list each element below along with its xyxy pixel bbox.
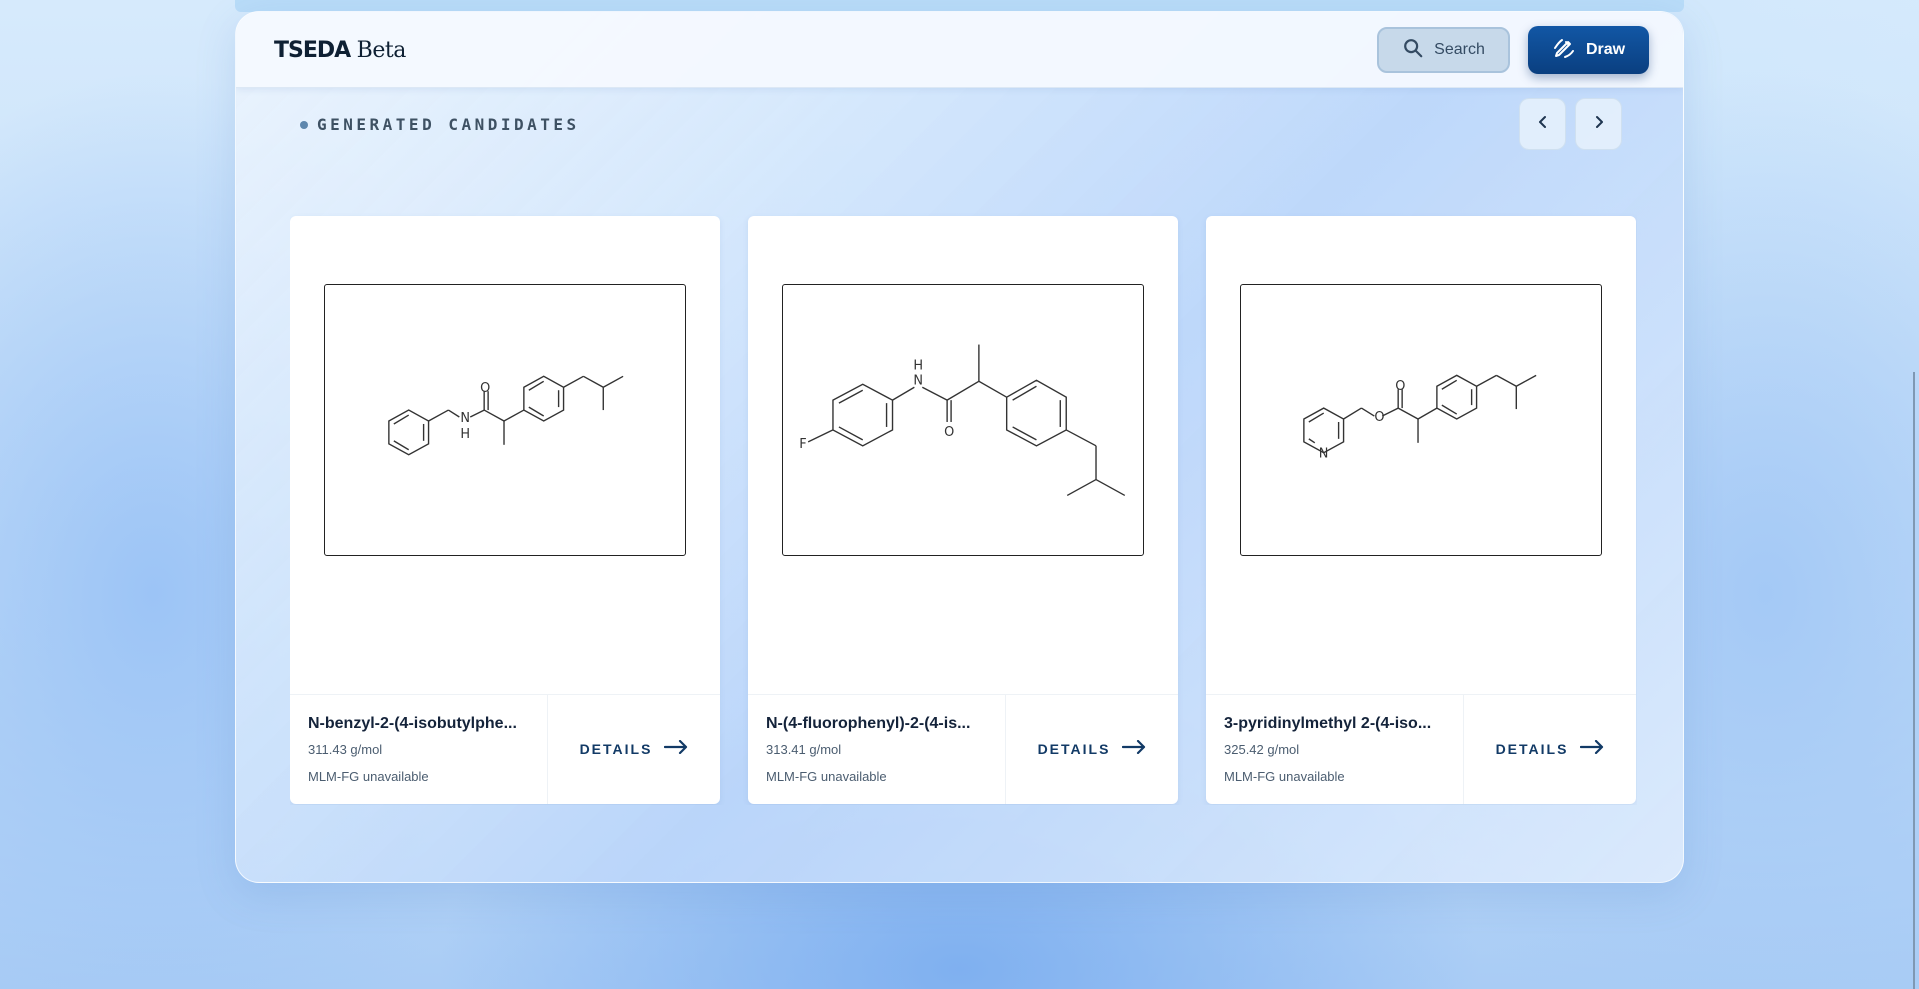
- section-title: GENERATED CANDIDATES: [300, 115, 580, 134]
- atom-label: N: [1319, 447, 1329, 462]
- search-button-label: Search: [1434, 41, 1485, 58]
- header: TSEDA Beta Search Draw: [236, 12, 1683, 88]
- card-info: 3-pyridinylmethyl 2-(4-iso... 325.42 g/m…: [1206, 695, 1464, 804]
- candidate-name: N-benzyl-2-(4-isobutylphe...: [308, 715, 517, 732]
- candidate-card: O O N 3-pyridinylmethyl 2-(4-iso... 325.…: [1206, 216, 1636, 804]
- atom-label: F: [799, 437, 806, 452]
- molecule-structure-image: O O N: [1240, 284, 1602, 556]
- candidate-name: 3-pyridinylmethyl 2-(4-iso...: [1224, 715, 1432, 732]
- details-label: DETAILS: [1495, 740, 1569, 757]
- arrow-right-icon: [1122, 739, 1146, 757]
- arrow-right-icon: [1580, 739, 1604, 757]
- candidate-card: O N H N-benzyl-2-(4-isobutylphe... 311.4…: [290, 216, 720, 804]
- details-label: DETAILS: [1037, 740, 1111, 757]
- details-label: DETAILS: [579, 740, 653, 757]
- pencil-draw-icon: [1552, 36, 1576, 65]
- atom-label: O: [944, 425, 954, 440]
- card-footer: N-benzyl-2-(4-isobutylphe... 311.43 g/mo…: [290, 694, 720, 804]
- search-button[interactable]: Search: [1377, 27, 1510, 73]
- chevron-right-icon: [1591, 114, 1607, 135]
- atom-label: H: [913, 358, 923, 373]
- atom-label: O: [1374, 410, 1384, 425]
- mlm-status: MLM-FG unavailable: [308, 769, 429, 784]
- carousel-next-button[interactable]: [1575, 98, 1622, 150]
- draw-button-label: Draw: [1585, 41, 1626, 58]
- carousel-prev-button[interactable]: [1519, 98, 1566, 150]
- brand-tag: Beta: [350, 38, 407, 63]
- details-button[interactable]: DETAILS: [548, 695, 720, 804]
- atom-label: O: [480, 381, 490, 396]
- search-icon: [1402, 37, 1424, 64]
- card-footer: 3-pyridinylmethyl 2-(4-iso... 325.42 g/m…: [1206, 694, 1636, 804]
- molecular-weight: 311.43 g/mol: [308, 742, 383, 757]
- candidate-name: N-(4-fluorophenyl)-2-(4-is...: [766, 715, 971, 732]
- atom-label: O: [1395, 379, 1405, 394]
- details-button[interactable]: DETAILS: [1006, 695, 1178, 804]
- candidate-card: H N O F N-(4-fluorophenyl)-2-(4-is... 31…: [748, 216, 1178, 804]
- brand-name: TSEDA: [274, 38, 351, 63]
- main-panel: TSEDA Beta Search Draw GENERATED CANDIDA…: [235, 11, 1684, 883]
- page-scrollbar[interactable]: [1913, 372, 1915, 989]
- mlm-status: MLM-FG unavailable: [1224, 769, 1345, 784]
- mlm-status: MLM-FG unavailable: [766, 769, 887, 784]
- details-button[interactable]: DETAILS: [1464, 695, 1636, 804]
- card-info: N-(4-fluorophenyl)-2-(4-is... 313.41 g/m…: [748, 695, 1006, 804]
- candidates-carousel: O N H N-benzyl-2-(4-isobutylphe... 311.4…: [290, 205, 1637, 805]
- card-footer: N-(4-fluorophenyl)-2-(4-is... 313.41 g/m…: [748, 694, 1178, 804]
- chevron-left-icon: [1535, 114, 1551, 135]
- atom-label: N: [913, 373, 923, 388]
- brand-logo[interactable]: TSEDA Beta: [274, 38, 406, 63]
- draw-button[interactable]: Draw: [1528, 26, 1649, 74]
- section-dot: [300, 120, 308, 129]
- section-title-text: GENERATED CANDIDATES: [317, 115, 580, 134]
- molecule-structure-image: H N O F: [782, 284, 1144, 556]
- molecular-weight: 313.41 g/mol: [766, 742, 842, 757]
- arrow-right-icon: [664, 739, 688, 757]
- atom-label: N: [460, 411, 470, 426]
- atom-label: H: [460, 427, 470, 442]
- card-info: N-benzyl-2-(4-isobutylphe... 311.43 g/mo…: [290, 695, 548, 804]
- molecular-weight: 325.42 g/mol: [1224, 742, 1300, 757]
- molecule-structure-image: O N H: [324, 284, 686, 556]
